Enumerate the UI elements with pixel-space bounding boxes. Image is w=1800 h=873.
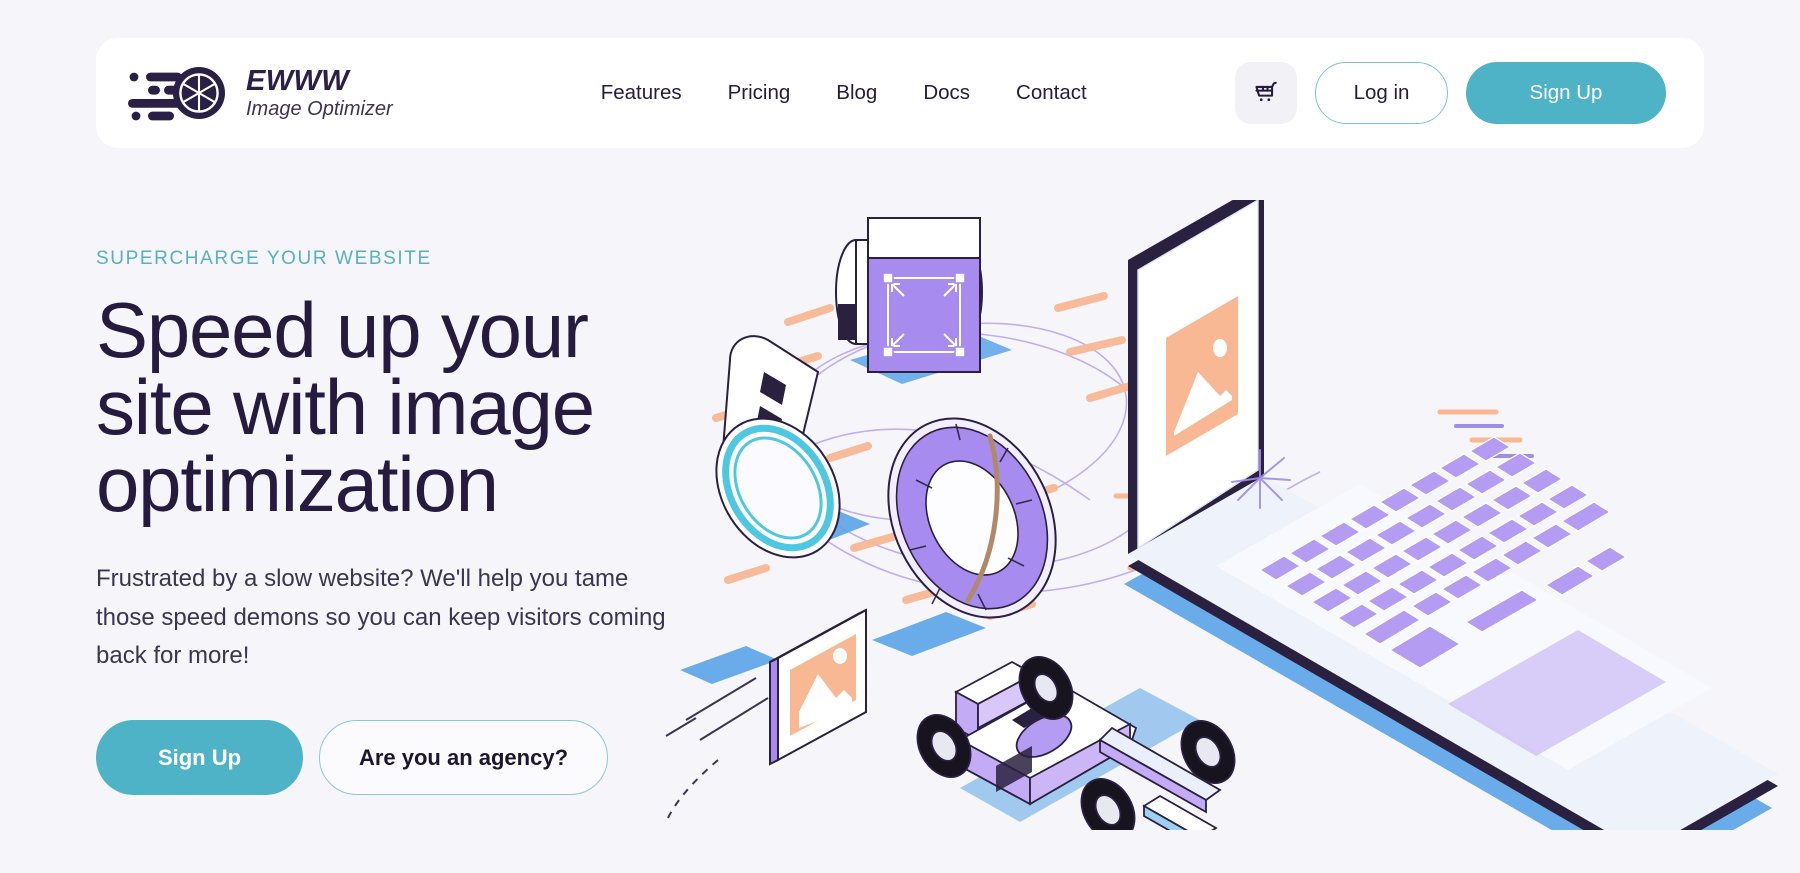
hero-signup-button[interactable]: Sign Up [96,720,303,796]
nav-item-pricing[interactable]: Pricing [728,81,791,105]
hero-title: Speed up your site with image optimizati… [96,291,756,524]
hero-subtitle: Frustrated by a slow website? We'll help… [96,564,666,670]
site-header: EWWW Image Optimizer Features Pricing Bl… [96,38,1704,148]
nav-item-blog[interactable]: Blog [836,81,877,105]
hero-title-line-3: optimization [96,440,499,529]
aperture-speed-icon [128,67,225,121]
login-button[interactable]: Log in [1315,62,1448,124]
landing-page: EWWW Image Optimizer Features Pricing Bl… [0,0,1800,873]
hero-cta-row: Sign Up Are you an agency? [96,720,756,796]
crop-tool-panel-icon [835,217,1012,384]
nav-item-docs[interactable]: Docs [923,81,970,105]
brand-subtitle: Image Optimizer [246,98,393,120]
floating-image-card-icon [665,608,867,823]
hero-agency-button[interactable]: Are you an agency? [319,720,608,796]
cart-button[interactable] [1235,62,1297,124]
hero-eyebrow: SUPERCHARGE YOUR WEBSITE [96,248,432,269]
header-signup-button[interactable]: Sign Up [1466,62,1666,124]
nav-item-features[interactable]: Features [601,81,682,105]
shopping-cart-icon [1255,81,1277,102]
hero-section: SUPERCHARGE YOUR WEBSITE Speed up your s… [96,248,756,796]
header-actions: Log in Sign Up [1235,62,1666,124]
primary-nav: Features Pricing Blog Docs Contact [601,81,1087,105]
nav-item-contact[interactable]: Contact [1016,81,1087,105]
hero-title-line-2: site with image [96,363,595,452]
camera-lens-icon [715,417,841,559]
hero-title-line-1: Speed up your [96,286,589,374]
hero-illustration [660,200,1780,830]
brand-title: EWWW [246,65,350,97]
brand-logo-link[interactable]: EWWW Image Optimizer [126,65,393,121]
formula-race-car-icon [916,656,1236,830]
brand-wordmark: EWWW Image Optimizer [246,65,393,120]
